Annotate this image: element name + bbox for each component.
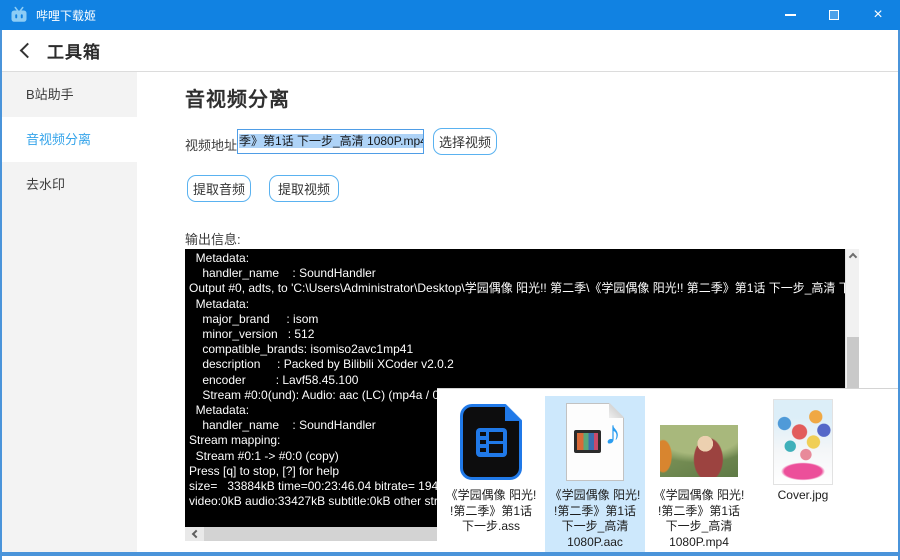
maximize-button[interactable] [812,0,856,30]
window-title: 哔哩下载姬 [36,8,97,23]
titlebar[interactable]: 哔哩下载姬 × [0,0,900,30]
scroll-left-icon [191,529,200,539]
window-border-left [0,30,2,560]
minimize-button[interactable] [768,0,812,30]
cover-image [773,399,833,485]
file-name: 《学园偶像 阳光! [653,488,745,502]
close-icon: × [873,6,883,23]
close-button[interactable]: × [856,0,900,30]
sidebar: B站助手 音视频分离 去水印 [2,72,137,552]
video-thumbnail [660,425,738,477]
section-title: 音视频分离 [185,89,290,111]
sidebar-item-bzhushou[interactable]: B站助手 [2,72,137,117]
choose-video-button[interactable]: 选择视频 [433,128,497,155]
file-name: 下一步_高清 [561,519,629,533]
scroll-left-button[interactable] [185,527,204,541]
file-tile-mp4[interactable]: 《学园偶像 阳光! !第二季》第1话 下一步_高清 1080P.mp4 [649,396,749,552]
output-info-label: 输出信息: [185,232,241,247]
window-border-bottom [0,552,900,556]
minimize-icon [784,14,796,16]
file-name: 《学园偶像 阳光! [549,488,641,502]
file-tile-aac[interactable]: ♪ 《学园偶像 阳光! !第二季》第1话 下一步_高清 1080P.aac [545,396,645,552]
sidebar-item-av-separate[interactable]: 音视频分离 [2,117,137,162]
subtitle-video-file-icon [460,404,522,480]
file-name: Cover.jpg [777,488,829,502]
file-explorer-overlay: 《学园偶像 阳光! !第二季》第1话 下一步.ass ♪ 《学园偶像 阳光! !… [437,388,898,552]
extract-audio-button[interactable]: 提取音频 [187,175,251,202]
file-name: 《学园偶像 阳光! [445,488,537,502]
extract-video-button[interactable]: 提取视频 [269,175,339,202]
file-name: 下一步.ass [461,519,520,533]
sidebar-item-watermark[interactable]: 去水印 [2,162,137,207]
selected-path-text: 季》第1话 下一步_高清 1080P.mp4 [239,134,423,148]
file-name: 1080P.mp4 [669,534,729,549]
toolbox-header: 工具箱 [2,30,898,71]
video-address-input[interactable]: 季》第1话 下一步_高清 1080P.mp4 [237,129,424,154]
back-icon[interactable] [19,42,36,59]
audio-file-icon: ♪ [566,403,624,481]
file-name: !第二季》第1话 [553,503,636,518]
folded-corner-icon [505,404,522,421]
file-tile-ass[interactable]: 《学园偶像 阳光! !第二季》第1话 下一步.ass [441,396,541,552]
filmstrip-icon [476,428,507,457]
file-name: !第二季》第1话 [449,503,532,518]
page-title: 工具箱 [47,43,101,62]
file-tile-cover[interactable]: Cover.jpg [753,396,853,552]
music-note-icon: ♪ [604,414,622,451]
file-name: 下一步_高清 [665,519,733,533]
filmstrip-icon [574,430,601,453]
bilibili-tv-icon [10,6,28,24]
file-name: !第二季》第1话 [657,503,740,518]
file-name: 1080P.aac [567,534,623,549]
video-address-label: 视频地址: [185,138,241,153]
maximize-icon [829,10,839,20]
scroll-up-icon[interactable] [848,252,858,262]
